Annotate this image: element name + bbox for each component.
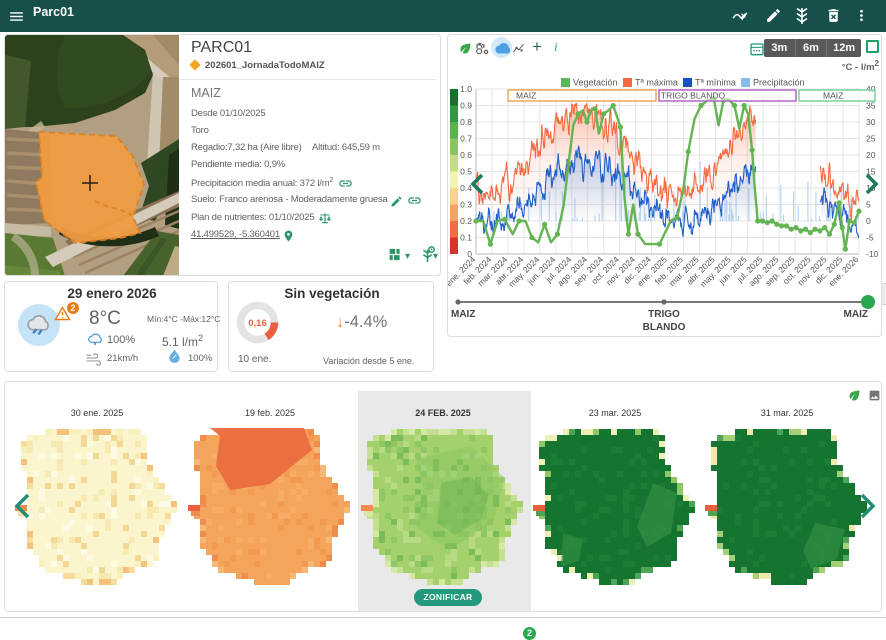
svg-text:30: 30 (866, 117, 876, 127)
svg-text:0.4: 0.4 (460, 183, 472, 193)
svg-text:MAIZ: MAIZ (823, 91, 843, 101)
svg-text:TRIGO: TRIGO (648, 309, 680, 320)
svg-text:0.9: 0.9 (460, 101, 472, 111)
svg-text:0.7: 0.7 (460, 134, 472, 144)
svg-text:5: 5 (866, 200, 871, 210)
svg-text:0.8: 0.8 (460, 117, 472, 127)
svg-text:0.5: 0.5 (460, 167, 472, 177)
svg-text:Vegetación: Vegetación (573, 78, 618, 88)
svg-text:20: 20 (866, 150, 876, 160)
svg-text:25: 25 (866, 134, 876, 144)
svg-text:0,16: 0,16 (248, 318, 267, 329)
svg-text:0: 0 (866, 216, 871, 226)
svg-text:Tª máxima: Tª máxima (635, 78, 678, 88)
svg-text:0.3: 0.3 (460, 200, 472, 210)
svg-text:TRIGO BLANDO: TRIGO BLANDO (661, 91, 726, 101)
svg-text:MAIZ: MAIZ (516, 91, 536, 101)
svg-text:0.1: 0.1 (460, 233, 472, 243)
svg-text:-10: -10 (866, 249, 879, 259)
svg-text:35: 35 (866, 101, 876, 111)
svg-text:BLANDO: BLANDO (643, 322, 686, 333)
svg-text:Tª mínima: Tª mínima (695, 78, 736, 88)
svg-text:Precipitación: Precipitación (753, 78, 805, 88)
svg-text:MAIZ: MAIZ (451, 309, 475, 320)
svg-text:-5: -5 (866, 233, 874, 243)
svg-text:0.6: 0.6 (460, 150, 472, 160)
svg-text:1.0: 1.0 (460, 84, 472, 94)
svg-text:0.2: 0.2 (460, 216, 472, 226)
svg-text:MAIZ: MAIZ (844, 309, 868, 320)
